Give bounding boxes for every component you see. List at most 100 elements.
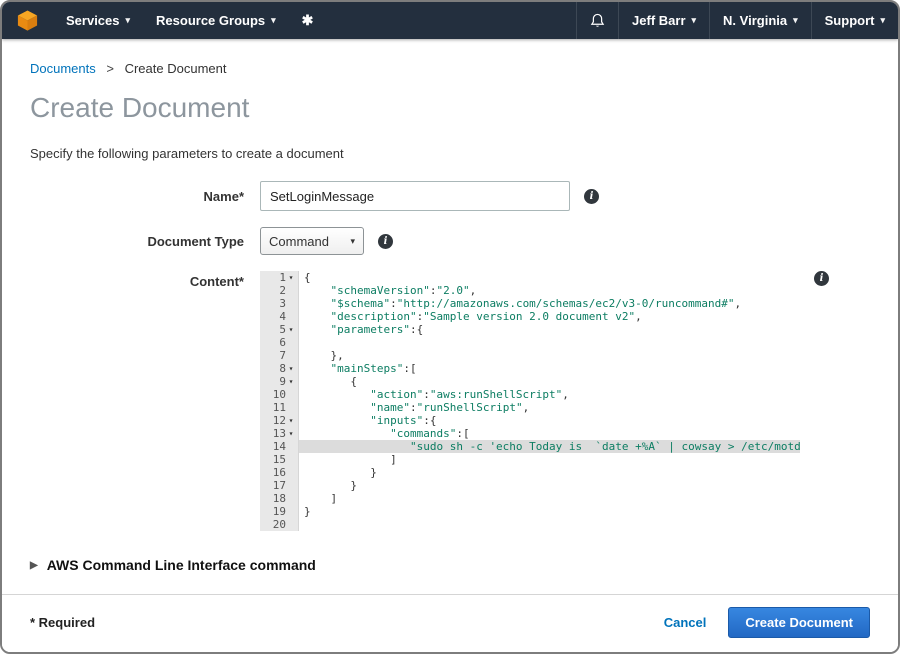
- nav-resource-groups-label: Resource Groups: [156, 13, 265, 28]
- document-type-label: Document Type: [30, 234, 260, 249]
- gutter-line: 3: [260, 297, 298, 310]
- editor-line[interactable]: {: [299, 375, 800, 388]
- gutter-line: 7: [260, 349, 298, 362]
- editor-line[interactable]: },: [299, 349, 800, 362]
- gutter-line: 2: [260, 284, 298, 297]
- chevron-down-icon: ▾: [692, 15, 697, 26]
- aws-logo[interactable]: [2, 2, 53, 39]
- nav-support-label: Support: [825, 13, 875, 28]
- required-note: * Required: [30, 615, 95, 630]
- breadcrumb-current: Create Document: [125, 61, 227, 76]
- gutter-line[interactable]: 9▾: [260, 375, 298, 388]
- editor-line[interactable]: ]: [299, 453, 800, 466]
- editor-line[interactable]: [299, 336, 800, 349]
- bell-icon: [590, 13, 605, 29]
- aws-navbar: Services ▾ Resource Groups ▾ ✱ Jeff Barr…: [2, 2, 898, 39]
- editor-line[interactable]: }: [299, 505, 800, 518]
- editor-line[interactable]: "name":"runShellScript",: [299, 401, 800, 414]
- editor-line[interactable]: "sudo sh -c 'echo Today is `date +%A` | …: [299, 440, 800, 453]
- nav-resource-groups[interactable]: Resource Groups ▾: [143, 2, 289, 39]
- gutter-line[interactable]: 8▾: [260, 362, 298, 375]
- breadcrumb-separator: >: [106, 61, 114, 76]
- gutter-line[interactable]: 5▾: [260, 323, 298, 336]
- gutter-line: 4: [260, 310, 298, 323]
- gutter-line: 6: [260, 336, 298, 349]
- editor-line[interactable]: "mainSteps":[: [299, 362, 800, 375]
- gutter-line: 16: [260, 466, 298, 479]
- name-info-icon[interactable]: i: [584, 189, 599, 204]
- gutter-line: 11: [260, 401, 298, 414]
- gutter-line: 14: [260, 440, 298, 453]
- gutter-line: 15: [260, 453, 298, 466]
- editor-line[interactable]: "parameters":{: [299, 323, 800, 336]
- document-type-row: Document Type Command ▾ i: [30, 227, 870, 255]
- cancel-link[interactable]: Cancel: [664, 615, 707, 630]
- nav-support-menu[interactable]: Support ▾: [811, 2, 898, 39]
- gutter-line: 17: [260, 479, 298, 492]
- fold-arrow-icon: ▾: [286, 362, 296, 375]
- editor-line[interactable]: "commands":[: [299, 427, 800, 440]
- expander-arrow-icon: ▶: [30, 560, 38, 571]
- chevron-down-icon: ▾: [350, 236, 355, 247]
- nav-user-label: Jeff Barr: [632, 13, 685, 28]
- page-title: Create Document: [30, 92, 870, 124]
- chevron-down-icon: ▾: [793, 15, 798, 26]
- pin-icon: ✱: [302, 12, 314, 29]
- main-content: Documents > Create Document Create Docum…: [2, 39, 898, 594]
- editor-code[interactable]: { "schemaVersion":"2.0", "$schema":"http…: [299, 271, 800, 531]
- fold-arrow-icon: ▾: [286, 375, 296, 388]
- cli-expander[interactable]: ▶ AWS Command Line Interface command: [30, 557, 870, 573]
- gutter-line[interactable]: 13▾: [260, 427, 298, 440]
- content-row: Content* 1▾2345▾678▾9▾101112▾13▾14151617…: [30, 271, 870, 531]
- footer-actions: Cancel Create Document: [664, 607, 870, 638]
- chevron-down-icon: ▾: [880, 15, 885, 26]
- gutter-line[interactable]: 1▾: [260, 271, 298, 284]
- app-window: Services ▾ Resource Groups ▾ ✱ Jeff Barr…: [0, 0, 900, 654]
- document-type-select[interactable]: Command ▾: [260, 227, 364, 255]
- name-row: Name* i: [30, 181, 870, 211]
- editor-line[interactable]: {: [299, 271, 800, 284]
- page-subtitle: Specify the following parameters to crea…: [30, 146, 870, 161]
- navbar-right: Jeff Barr ▾ N. Virginia ▾ Support ▾: [576, 2, 898, 39]
- nav-region-label: N. Virginia: [723, 13, 787, 28]
- chevron-down-icon: ▾: [126, 15, 131, 26]
- breadcrumb-documents-link[interactable]: Documents: [30, 61, 96, 76]
- editor-line[interactable]: }: [299, 466, 800, 479]
- editor-gutter: 1▾2345▾678▾9▾101112▾13▾14151617181920: [260, 271, 299, 531]
- editor-line[interactable]: "schemaVersion":"2.0",: [299, 284, 800, 297]
- gutter-line: 20: [260, 518, 298, 531]
- editor-line[interactable]: "action":"aws:runShellScript",: [299, 388, 800, 401]
- footer-bar: * Required Cancel Create Document: [2, 594, 898, 652]
- fold-arrow-icon: ▾: [286, 414, 296, 427]
- chevron-down-icon: ▾: [271, 15, 276, 26]
- gutter-line: 19: [260, 505, 298, 518]
- editor-line[interactable]: }: [299, 479, 800, 492]
- editor-line[interactable]: "description":"Sample version 2.0 docume…: [299, 310, 800, 323]
- gutter-line[interactable]: 12▾: [260, 414, 298, 427]
- nav-region-menu[interactable]: N. Virginia ▾: [709, 2, 811, 39]
- gutter-line: 18: [260, 492, 298, 505]
- name-label: Name*: [30, 189, 260, 204]
- document-type-info-icon[interactable]: i: [378, 234, 393, 249]
- nav-services[interactable]: Services ▾: [53, 2, 143, 39]
- fold-arrow-icon: ▾: [286, 271, 296, 284]
- editor-line[interactable]: "$schema":"http://amazonaws.com/schemas/…: [299, 297, 800, 310]
- create-document-button[interactable]: Create Document: [728, 607, 870, 638]
- document-type-selected-value: Command: [269, 234, 329, 249]
- nav-user-menu[interactable]: Jeff Barr ▾: [618, 2, 709, 39]
- content-label: Content*: [30, 271, 260, 289]
- gutter-line: 10: [260, 388, 298, 401]
- editor-line[interactable]: ]: [299, 492, 800, 505]
- cli-expander-label: AWS Command Line Interface command: [47, 557, 316, 573]
- editor-line[interactable]: [299, 518, 800, 531]
- name-input[interactable]: [260, 181, 570, 211]
- fold-arrow-icon: ▾: [286, 427, 296, 440]
- nav-services-label: Services: [66, 13, 120, 28]
- breadcrumb: Documents > Create Document: [30, 61, 870, 76]
- notifications-button[interactable]: [576, 2, 618, 39]
- content-code-editor[interactable]: 1▾2345▾678▾9▾101112▾13▾14151617181920 { …: [260, 271, 800, 531]
- editor-line[interactable]: "inputs":{: [299, 414, 800, 427]
- pin-shortcut-button[interactable]: ✱: [289, 2, 327, 39]
- content-info-icon[interactable]: i: [814, 271, 829, 286]
- aws-cube-icon: [16, 9, 39, 32]
